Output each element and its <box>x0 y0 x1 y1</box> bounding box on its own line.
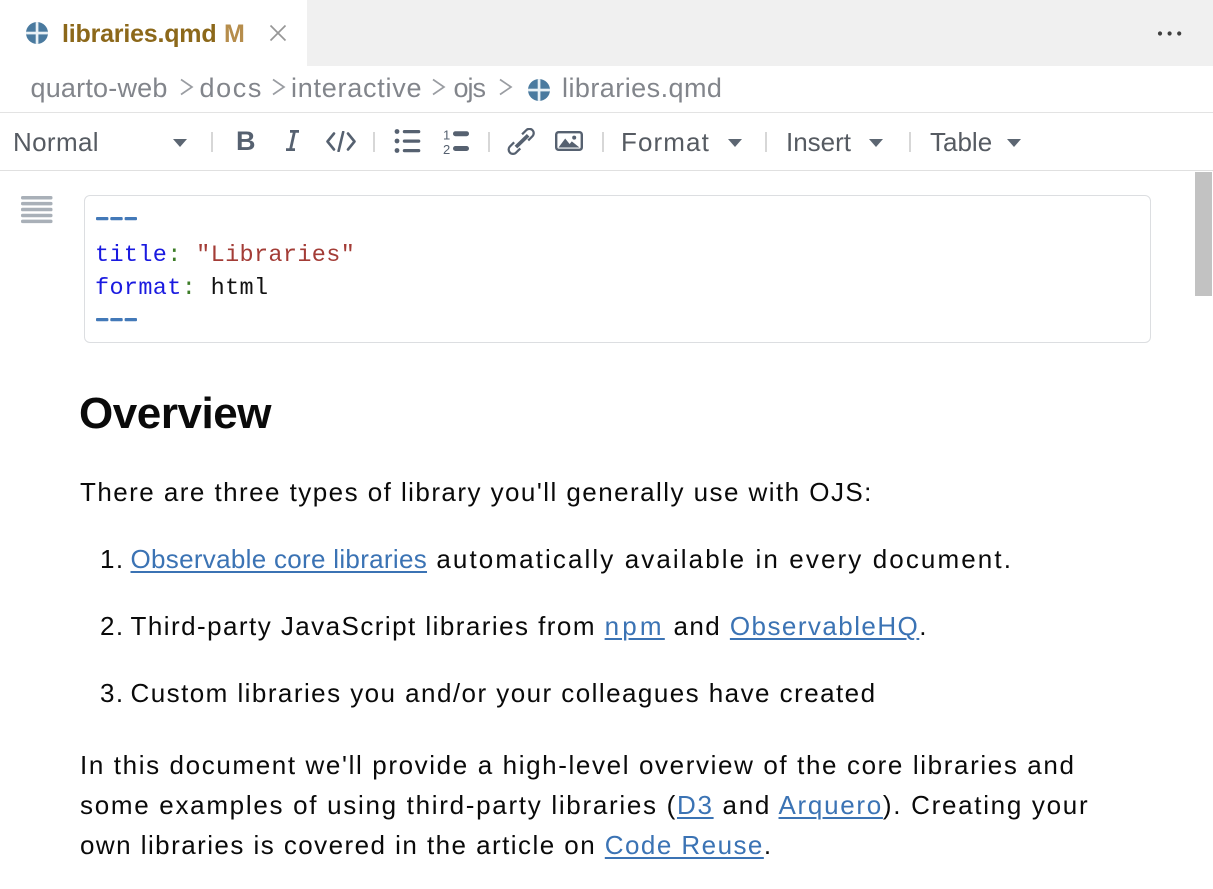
svg-text:1: 1 <box>443 128 450 143</box>
svg-text:2: 2 <box>443 142 450 155</box>
